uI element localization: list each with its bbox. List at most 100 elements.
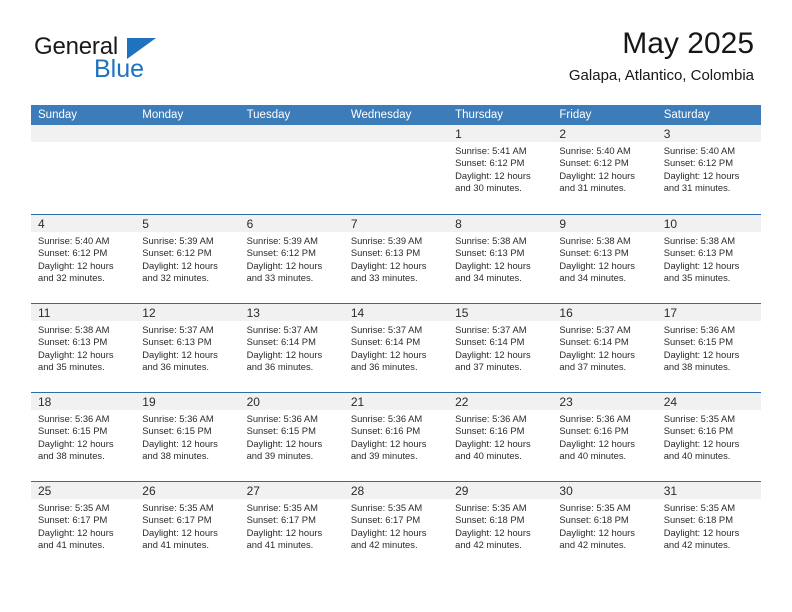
calendar-day-cell[interactable]: 2 Sunrise: 5:40 AM Sunset: 6:12 PM Daylight… — [552, 125, 657, 214]
daylight-text-line2: and 40 minutes. — [559, 450, 627, 462]
calendar-day-cell[interactable]: 11 Sunrise: 5:38 AM Sunset: 6:13 PM Dayligh… — [31, 304, 136, 392]
day-details: Sunrise: 5:41 AM Sunset: 6:12 PM Daylight:… — [448, 142, 552, 195]
day-number-band — [239, 125, 344, 142]
daylight-text-line1: Daylight: 12 hours — [559, 259, 635, 271]
daylight-text-line2: and 37 minutes. — [455, 361, 522, 373]
daylight-text-line2: and 32 minutes. — [142, 272, 209, 284]
calendar-day-cell[interactable]: 19 Sunrise: 5:36 AM Sunset: 6:15 PM Dayligh… — [135, 393, 240, 481]
calendar-day-cell[interactable]: 29 Sunrise: 5:35 AM Sunset: 6:18 PM Dayligh… — [448, 482, 553, 570]
calendar-day-cell[interactable]: 13 Sunrise: 5:37 AM Sunset: 6:14 PM Dayligh… — [239, 304, 344, 392]
sunrise-text: Sunrise: 5:35 AM — [350, 502, 423, 513]
sunrise-text: Sunrise: 5:39 AM — [142, 235, 214, 246]
day-number-band: 15 — [448, 304, 553, 321]
calendar-day-cell[interactable]: 17 Sunrise: 5:36 AM Sunset: 6:15 PM Dayligh… — [656, 304, 761, 392]
day-details: Sunrise: 5:38 AM Sunset: 6:13 PM Daylight:… — [552, 232, 656, 285]
calendar-day-cell[interactable]: 12 Sunrise: 5:37 AM Sunset: 6:13 PM Dayligh… — [135, 304, 240, 392]
calendar-day-cell[interactable]: 14 Sunrise: 5:37 AM Sunset: 6:14 PM Dayligh… — [343, 304, 449, 392]
calendar-day-cell[interactable]: 5 Sunrise: 5:39 AM Sunset: 6:12 PM Daylight… — [135, 215, 240, 303]
day-number-band: 24 — [656, 393, 761, 410]
day-details: Sunrise: 5:35 AM Sunset: 6:17 PM Daylight:… — [240, 499, 344, 552]
day-number-band: 30 — [552, 482, 657, 499]
daylight-text-line1: Daylight: 12 hours — [663, 437, 740, 449]
day-number-band: 2 — [552, 125, 657, 142]
day-header-sunday: Sunday — [38, 109, 78, 121]
day-number: 3 — [663, 127, 671, 141]
daylight-text-line2: and 41 minutes. — [38, 539, 105, 551]
calendar-day-cell[interactable]: 23 Sunrise: 5:36 AM Sunset: 6:16 PM Dayligh… — [552, 393, 657, 481]
calendar-day-cell[interactable]: 21 Sunrise: 5:36 AM Sunset: 6:16 PM Dayligh… — [343, 393, 449, 481]
day-details: Sunrise: 5:36 AM Sunset: 6:15 PM Daylight:… — [31, 410, 135, 463]
daylight-text-line2: and 34 minutes. — [455, 272, 522, 284]
calendar-day-cell[interactable]: 4 Sunrise: 5:40 AM Sunset: 6:12 PM Daylight… — [31, 215, 136, 303]
calendar-day-cell[interactable]: 27 Sunrise: 5:35 AM Sunset: 6:17 PM Dayligh… — [239, 482, 344, 570]
day-number-band: 14 — [343, 304, 449, 321]
calendar-day-cell[interactable]: 18 Sunrise: 5:36 AM Sunset: 6:15 PM Dayligh… — [31, 393, 136, 481]
calendar-day-cell[interactable]: 16 Sunrise: 5:37 AM Sunset: 6:14 PM Dayligh… — [552, 304, 657, 392]
sunrise-text: Sunrise: 5:36 AM — [559, 413, 631, 424]
day-number: 7 — [350, 217, 358, 231]
sunset-text: Sunset: 6:12 PM — [246, 247, 316, 259]
day-details: Sunrise: 5:35 AM Sunset: 6:16 PM Daylight:… — [657, 410, 761, 463]
sunset-text: Sunset: 6:17 PM — [246, 514, 316, 526]
sunrise-text: Sunrise: 5:39 AM — [350, 235, 423, 246]
day-number-band: 1 — [448, 125, 553, 142]
calendar-day-cell[interactable]: 15 Sunrise: 5:37 AM Sunset: 6:14 PM Dayligh… — [448, 304, 553, 392]
day-number-band: 31 — [656, 482, 761, 499]
sunrise-text: Sunrise: 5:40 AM — [38, 235, 110, 246]
calendar-day-cell[interactable]: 6 Sunrise: 5:39 AM Sunset: 6:12 PM Daylight… — [239, 215, 344, 303]
sunset-text: Sunset: 6:12 PM — [142, 247, 212, 259]
sunset-text: Sunset: 6:15 PM — [246, 425, 316, 437]
sunrise-text: Sunrise: 5:37 AM — [559, 324, 631, 335]
sunrise-text: Sunrise: 5:36 AM — [663, 324, 736, 335]
calendar-day-cell[interactable]: 25 Sunrise: 5:35 AM Sunset: 6:17 PM Dayligh… — [31, 482, 136, 570]
daylight-text-line1: Daylight: 12 hours — [38, 259, 114, 271]
calendar-day-cell[interactable]: 10 Sunrise: 5:38 AM Sunset: 6:13 PM Dayligh… — [656, 215, 761, 303]
day-number-band: 19 — [135, 393, 240, 410]
calendar-day-cell[interactable]: 1 Sunrise: 5:41 AM Sunset: 6:12 PM Daylight… — [448, 125, 553, 214]
day-details: Sunrise: 5:36 AM Sunset: 6:15 PM Daylight:… — [657, 321, 761, 374]
day-details: Sunrise: 5:35 AM Sunset: 6:17 PM Daylight:… — [135, 499, 239, 552]
day-number: 31 — [663, 484, 678, 498]
day-number: 21 — [350, 395, 365, 409]
sunrise-text: Sunrise: 5:35 AM — [38, 502, 110, 513]
sunset-text: Sunset: 6:15 PM — [663, 336, 733, 348]
day-details: Sunrise: 5:39 AM Sunset: 6:13 PM Daylight:… — [344, 232, 448, 285]
title-block: May 2025 Galapa, Atlantico, Colombia — [569, 26, 754, 85]
sunrise-text: Sunrise: 5:39 AM — [246, 235, 318, 246]
daylight-text-line2: and 42 minutes. — [559, 539, 627, 551]
daylight-text-line1: Daylight: 12 hours — [350, 526, 427, 538]
calendar-day-cell[interactable]: 9 Sunrise: 5:38 AM Sunset: 6:13 PM Daylight… — [552, 215, 657, 303]
calendar-day-cell[interactable]: 26 Sunrise: 5:35 AM Sunset: 6:17 PM Dayligh… — [135, 482, 240, 570]
sunset-text: Sunset: 6:13 PM — [142, 336, 212, 348]
sunrise-text: Sunrise: 5:35 AM — [246, 502, 318, 513]
day-number-band: 10 — [656, 215, 761, 232]
sunset-text: Sunset: 6:12 PM — [663, 157, 733, 169]
calendar-day-cell[interactable]: 7 Sunrise: 5:39 AM Sunset: 6:13 PM Daylight… — [343, 215, 449, 303]
day-number-band: 28 — [343, 482, 449, 499]
daylight-text-line1: Daylight: 12 hours — [455, 169, 531, 181]
day-number-band: 11 — [31, 304, 136, 321]
sunrise-text: Sunrise: 5:36 AM — [38, 413, 110, 424]
calendar-day-cell[interactable]: 28 Sunrise: 5:35 AM Sunset: 6:17 PM Dayligh… — [343, 482, 449, 570]
calendar-day-cell[interactable]: 3 Sunrise: 5:40 AM Sunset: 6:12 PM Daylight… — [656, 125, 761, 214]
calendar-day-cell[interactable]: 24 Sunrise: 5:35 AM Sunset: 6:16 PM Dayligh… — [656, 393, 761, 481]
day-details: Sunrise: 5:36 AM Sunset: 6:15 PM Daylight:… — [240, 410, 344, 463]
day-header-friday: Friday — [559, 109, 592, 121]
day-number: 5 — [142, 217, 149, 231]
daylight-text-line2: and 35 minutes. — [38, 361, 105, 373]
daylight-text-line2: and 33 minutes. — [246, 272, 314, 284]
calendar-day-cell[interactable]: 20 Sunrise: 5:36 AM Sunset: 6:15 PM Dayligh… — [239, 393, 344, 481]
calendar-day-cell[interactable]: 8 Sunrise: 5:38 AM Sunset: 6:13 PM Daylight… — [448, 215, 553, 303]
daylight-text-line2: and 39 minutes. — [246, 450, 314, 462]
sunset-text: Sunset: 6:18 PM — [455, 514, 525, 526]
day-number-band: 4 — [31, 215, 136, 232]
calendar-day-cell[interactable]: 22 Sunrise: 5:36 AM Sunset: 6:16 PM Dayligh… — [448, 393, 553, 481]
day-number: 27 — [246, 484, 260, 498]
day-number-band: 20 — [239, 393, 344, 410]
day-header-wednesday: Wednesday — [350, 109, 412, 121]
calendar-week-row: 11 Sunrise: 5:38 AM Sunset: 6:13 PM Dayligh… — [31, 303, 761, 392]
calendar-day-cell[interactable]: 30 Sunrise: 5:35 AM Sunset: 6:18 PM Dayligh… — [552, 482, 657, 570]
calendar-day-cell[interactable]: 31 Sunrise: 5:35 AM Sunset: 6:18 PM Dayligh… — [656, 482, 761, 570]
day-number: 14 — [350, 306, 365, 320]
general-blue-logo[interactable]: General Blue — [34, 34, 234, 86]
